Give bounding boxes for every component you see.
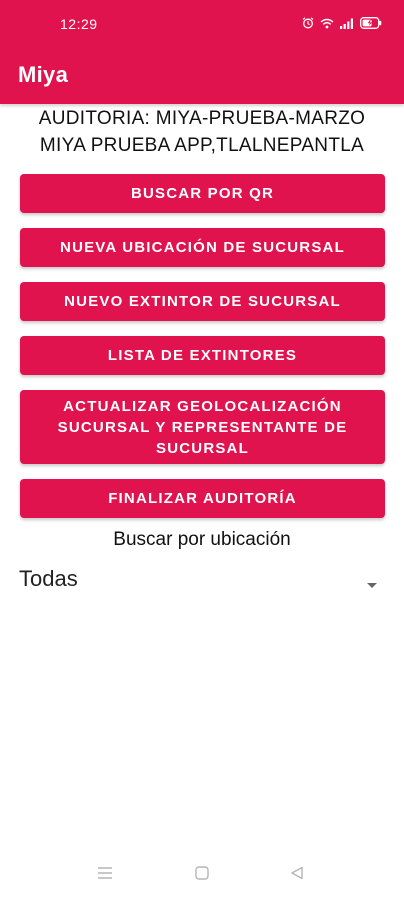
update-geolocation-line-1: ACTUALIZAR GEOLOCALIZACIÓN [63, 397, 342, 415]
extinguisher-list-label: LISTA DE EXTINTORES [107, 347, 298, 364]
update-geolocation-button[interactable]: ACTUALIZAR GEOLOCALIZACIÓN SUCURSAL Y RE… [20, 390, 385, 464]
wifi-icon [320, 18, 334, 29]
signal-icon [340, 18, 354, 29]
branch-title: MIYA PRUEBA APP,TLALNEPANTLA [39, 135, 365, 156]
location-dropdown-value: Todas [19, 566, 78, 591]
finish-audit-button[interactable]: FINALIZAR AUDITORÍA [20, 479, 385, 518]
dropdown-arrow-icon [366, 576, 378, 594]
status-time: 12:29 [60, 16, 98, 32]
location-dropdown[interactable]: Todas [18, 560, 384, 600]
scan-qr-label: BUSCAR POR QR [130, 185, 275, 202]
status-bar: 12:29 [0, 0, 404, 52]
home-icon[interactable] [195, 866, 209, 885]
app-screen: 12:29 Miya AUDITORIA: MIYA-PRUEBA-MARZO … [0, 0, 404, 900]
alarm-icon [302, 17, 314, 29]
location-filter-label: Buscar por ubicación [113, 529, 291, 550]
app-bar: Miya [0, 52, 404, 104]
status-icons [302, 17, 382, 29]
update-geolocation-line-2: SUCURSAL Y REPRESENTANTE DE [57, 418, 348, 436]
scan-qr-button[interactable]: BUSCAR POR QR [20, 174, 385, 213]
update-geolocation-label: ACTUALIZAR GEOLOCALIZACIÓN SUCURSAL Y RE… [58, 396, 348, 459]
app-title: Miya [18, 62, 69, 87]
finish-audit-label: FINALIZAR AUDITORÍA [108, 490, 297, 507]
system-nav-bar [0, 856, 404, 900]
back-icon[interactable] [290, 866, 304, 885]
recent-apps-icon[interactable] [97, 866, 113, 885]
new-extinguisher-button[interactable]: NUEVO EXTINTOR DE SUCURSAL [20, 282, 385, 321]
new-location-button[interactable]: NUEVA UBICACIÓN DE SUCURSAL [20, 228, 385, 267]
audit-title: AUDITORIA: MIYA-PRUEBA-MARZO [38, 108, 366, 129]
new-location-label: NUEVA UBICACIÓN DE SUCURSAL [60, 239, 345, 256]
extinguisher-list-button[interactable]: LISTA DE EXTINTORES [20, 336, 385, 375]
battery-icon [360, 17, 382, 29]
new-extinguisher-label: NUEVO EXTINTOR DE SUCURSAL [64, 293, 341, 310]
update-geolocation-line-3: SUCURSAL [156, 439, 249, 457]
